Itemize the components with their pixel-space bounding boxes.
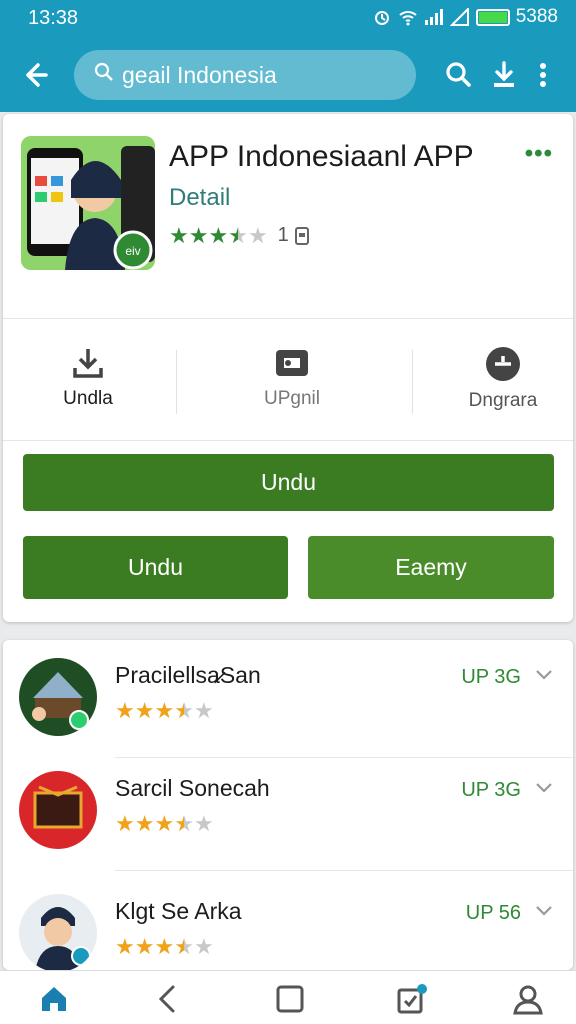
divider: [412, 350, 413, 414]
status-bar: 13:38 5388: [0, 0, 576, 38]
star-empty-icon: ★: [247, 222, 268, 248]
app-name: Klgt Se Arka: [115, 898, 242, 924]
list-item[interactable]: Pracilellsa̷San ★ ★ ★ ★ ★ UP 3G: [3, 640, 573, 758]
star-half-icon: ★: [174, 811, 194, 836]
home-icon[interactable]: [38, 983, 70, 1015]
app-avatar: [19, 771, 97, 849]
gamepad-icon: [276, 350, 308, 376]
star-full-icon: ★: [154, 698, 175, 723]
star-full-icon: ★: [188, 222, 209, 248]
star-empty-icon: ★: [193, 698, 214, 723]
app-detail-card: eiv APP Indonesiaanl APP ••• Detail ★ ★ …: [3, 114, 573, 622]
add-circle-icon: [486, 347, 520, 381]
list-item[interactable]: Sarcil Soneсah ★ ★ ★ ★ ★ UP 3G: [3, 753, 573, 871]
star-full-icon: ★: [208, 222, 229, 248]
app-size: UP 3G: [461, 779, 521, 801]
overflow-menu-icon[interactable]: [536, 60, 550, 90]
secondary-install-button[interactable]: Undu: [23, 536, 288, 599]
star-full-icon: ★: [115, 698, 135, 723]
search-icon[interactable]: [444, 60, 472, 90]
status-icons: 5388: [372, 6, 558, 28]
star-full-icon: ★: [134, 811, 155, 836]
star-full-icon: ★: [169, 222, 189, 248]
battery-icon: [475, 8, 510, 26]
chevron-down-icon[interactable]: [535, 668, 553, 682]
alarm-icon: [374, 11, 389, 25]
battery-text: 5388: [515, 6, 558, 27]
action-game[interactable]: UPgnil: [207, 346, 377, 410]
secondary-action-button[interactable]: Eaemy: [308, 536, 554, 599]
more-options-icon[interactable]: •••: [525, 140, 553, 168]
search-icon: [94, 62, 114, 88]
wifi-icon: [399, 11, 417, 26]
app-rating: ★ ★ ★ ★ ★ 1: [169, 224, 309, 247]
app-name: Sarcil Soneсah: [115, 775, 270, 801]
app-subtitle[interactable]: Detail: [169, 184, 230, 212]
install-button[interactable]: Undu: [23, 454, 554, 511]
search-input[interactable]: gеail Indonesia: [74, 50, 416, 100]
star-half-icon: ★: [174, 934, 194, 959]
signal-2-icon: [449, 8, 469, 26]
chevron-down-icon[interactable]: [535, 904, 553, 918]
app-title: APP Indonesiaanl APP: [169, 140, 474, 173]
chevron-down-icon[interactable]: [535, 781, 553, 795]
bottom-nav: [0, 970, 576, 1024]
app-rating: ★ ★ ★ ★ ★: [115, 936, 214, 958]
divider: [3, 318, 573, 319]
app-icon-thumbnail[interactable]: eiv: [21, 136, 155, 270]
list-item[interactable]: Klgt Se Arka ★ ★ ★ ★ ★ UP 56: [3, 876, 573, 970]
rating-count: 1: [277, 224, 289, 246]
download-icon[interactable]: [490, 60, 518, 90]
action-download-label: Undla: [63, 388, 113, 409]
divider: [115, 870, 573, 871]
star-full-icon: ★: [154, 934, 175, 959]
square-icon[interactable]: [274, 983, 306, 1015]
app-bar: gеail Indonesia: [0, 38, 576, 112]
notification-icon[interactable]: [396, 983, 428, 1015]
action-row: Undla UPgnil Dngrara: [3, 346, 573, 426]
back-arrow-icon[interactable]: [18, 58, 52, 92]
star-full-icon: ★: [115, 811, 135, 836]
back-icon[interactable]: [152, 983, 184, 1015]
divider: [3, 440, 573, 441]
divider: [176, 350, 177, 414]
action-add[interactable]: Dngrara: [418, 346, 576, 412]
star-empty-icon: ★: [193, 934, 214, 959]
download-icon: [73, 349, 103, 378]
star-empty-icon: ★: [193, 811, 214, 836]
app-size: UP 3G: [461, 666, 521, 688]
svg-text:eiv: eiv: [125, 244, 140, 258]
profile-icon[interactable]: [512, 983, 544, 1015]
action-game-label: UPgnil: [264, 388, 320, 409]
star-half-icon: ★: [228, 222, 248, 248]
app-avatar: [19, 894, 97, 970]
search-query: gеail Indonesia: [122, 61, 277, 88]
related-apps-list: Pracilellsa̷San ★ ★ ★ ★ ★ UP 3G Sarcil S…: [3, 640, 573, 970]
action-add-label: Dngrara: [468, 390, 538, 411]
star-full-icon: ★: [154, 811, 175, 836]
file-icon: [294, 226, 309, 245]
signal-icon: [424, 9, 443, 25]
app-avatar: [19, 658, 97, 736]
star-full-icon: ★: [115, 934, 135, 959]
app-rating: ★ ★ ★ ★ ★: [115, 700, 214, 722]
app-rating: ★ ★ ★ ★ ★: [115, 813, 214, 835]
star-full-icon: ★: [134, 934, 155, 959]
app-size: UP 56: [465, 902, 521, 924]
app-name: Pracilellsa̷San: [115, 662, 261, 688]
action-download[interactable]: Undla: [3, 346, 173, 410]
star-half-icon: ★: [174, 698, 194, 723]
star-full-icon: ★: [134, 698, 155, 723]
status-time: 13:38: [28, 7, 79, 29]
